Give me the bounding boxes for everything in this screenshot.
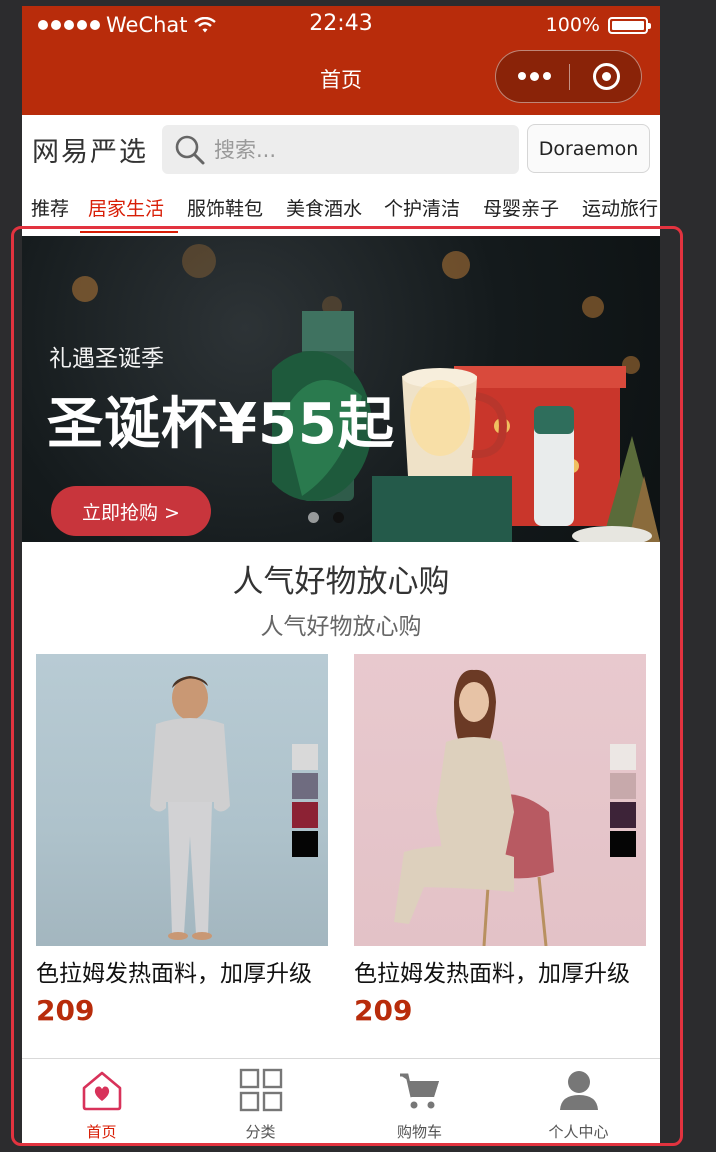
home-heart-icon	[82, 1071, 122, 1111]
carousel-indicator	[308, 512, 344, 523]
product-card[interactable]: 色拉姆发热面料，加厚升级 209	[36, 654, 328, 1030]
brand-logo: 网易严选	[32, 137, 148, 168]
product-price: 209	[36, 994, 95, 1027]
swatch-black[interactable]	[610, 831, 636, 857]
swatch-cream[interactable]	[610, 744, 636, 770]
product-card[interactable]: 色拉姆发热面料，加厚升级 209	[354, 654, 646, 1030]
product-image[interactable]	[36, 654, 328, 946]
capsule-divider	[569, 64, 570, 90]
color-swatches	[610, 744, 636, 860]
tab-baby[interactable]: 母婴亲子	[483, 194, 559, 221]
tabbar-label: 个人中心	[548, 1123, 609, 1141]
target-close-icon[interactable]	[593, 63, 620, 90]
tab-sports[interactable]: 运动旅行	[582, 194, 658, 221]
battery-status: 100%	[545, 14, 651, 36]
tabbar-label: 首页	[86, 1123, 117, 1141]
tabbar-item-profile[interactable]: 个人中心	[499, 1059, 658, 1146]
product-name[interactable]: 色拉姆发热面料，加厚升级	[36, 956, 328, 992]
cart-icon	[400, 1073, 439, 1109]
user-button[interactable]: Doraemon	[527, 124, 650, 173]
product-name[interactable]: 色拉姆发热面料，加厚升级	[354, 956, 646, 992]
tab-home-living[interactable]: 居家生活	[88, 194, 164, 221]
status-bar: WeChat 22:43 100%	[22, 6, 660, 46]
grid-icon	[239, 1068, 283, 1112]
male-model-illustration	[150, 676, 230, 940]
swatch-wine[interactable]	[292, 802, 318, 828]
tabbar-item-cart[interactable]: 购物车	[340, 1059, 499, 1146]
tab-apparel[interactable]: 服饰鞋包	[187, 194, 263, 221]
banner-buy-button[interactable]: 立即抢购 >	[51, 486, 211, 536]
search-box[interactable]	[162, 125, 519, 174]
battery-percent: 100%	[545, 14, 600, 36]
carousel-dot[interactable]	[308, 512, 319, 523]
female-model-illustration	[394, 669, 554, 946]
tabbar-item-home[interactable]: 首页	[22, 1059, 181, 1146]
phone-screen: WeChat 22:43 100% 首页 网易严选 搜索... Doraemon…	[22, 6, 660, 1146]
swatch-light-gray[interactable]	[292, 744, 318, 770]
battery-icon	[608, 16, 651, 34]
swatch-slate[interactable]	[292, 773, 318, 799]
banner-title: 圣诞杯¥55起	[47, 392, 395, 457]
bottom-tab-bar: 首页 分类 购物车 个人中心	[22, 1058, 660, 1146]
miniprogram-capsule	[495, 50, 642, 103]
promo-banner[interactable]: 礼遇圣诞季 圣诞杯¥55起 立即抢购 >	[22, 236, 660, 542]
color-swatches	[292, 744, 318, 860]
category-tabs: 推荐 居家生活 服饰鞋包 美食酒水 个护清洁 母婴亲子 运动旅行	[22, 183, 660, 235]
tab-recommend[interactable]: 推荐	[31, 194, 69, 221]
section-subtitle: 人气好物放心购	[260, 614, 422, 640]
tab-personal-care[interactable]: 个护清洁	[384, 194, 460, 221]
tabbar-item-category[interactable]: 分类	[181, 1059, 340, 1146]
nav-bar: WeChat 22:43 100% 首页	[22, 6, 660, 115]
swatch-rose[interactable]	[610, 773, 636, 799]
search-input[interactable]	[214, 133, 504, 166]
product-price: 209	[354, 994, 413, 1027]
tab-food[interactable]: 美食酒水	[286, 194, 362, 221]
carousel-dot-active[interactable]	[333, 512, 344, 523]
banner-subtitle: 礼遇圣诞季	[49, 346, 164, 372]
tabbar-label: 购物车	[396, 1123, 442, 1141]
tabbar-label: 分类	[245, 1123, 276, 1141]
section-title: 人气好物放心购	[232, 564, 450, 600]
more-dots-icon[interactable]	[514, 65, 554, 87]
search-icon	[175, 135, 205, 165]
product-image[interactable]	[354, 654, 646, 946]
person-icon	[560, 1071, 598, 1110]
swatch-plum[interactable]	[610, 802, 636, 828]
active-tab-indicator	[80, 231, 178, 233]
swatch-black[interactable]	[292, 831, 318, 857]
search-row: 网易严选 Doraemon	[22, 115, 660, 183]
